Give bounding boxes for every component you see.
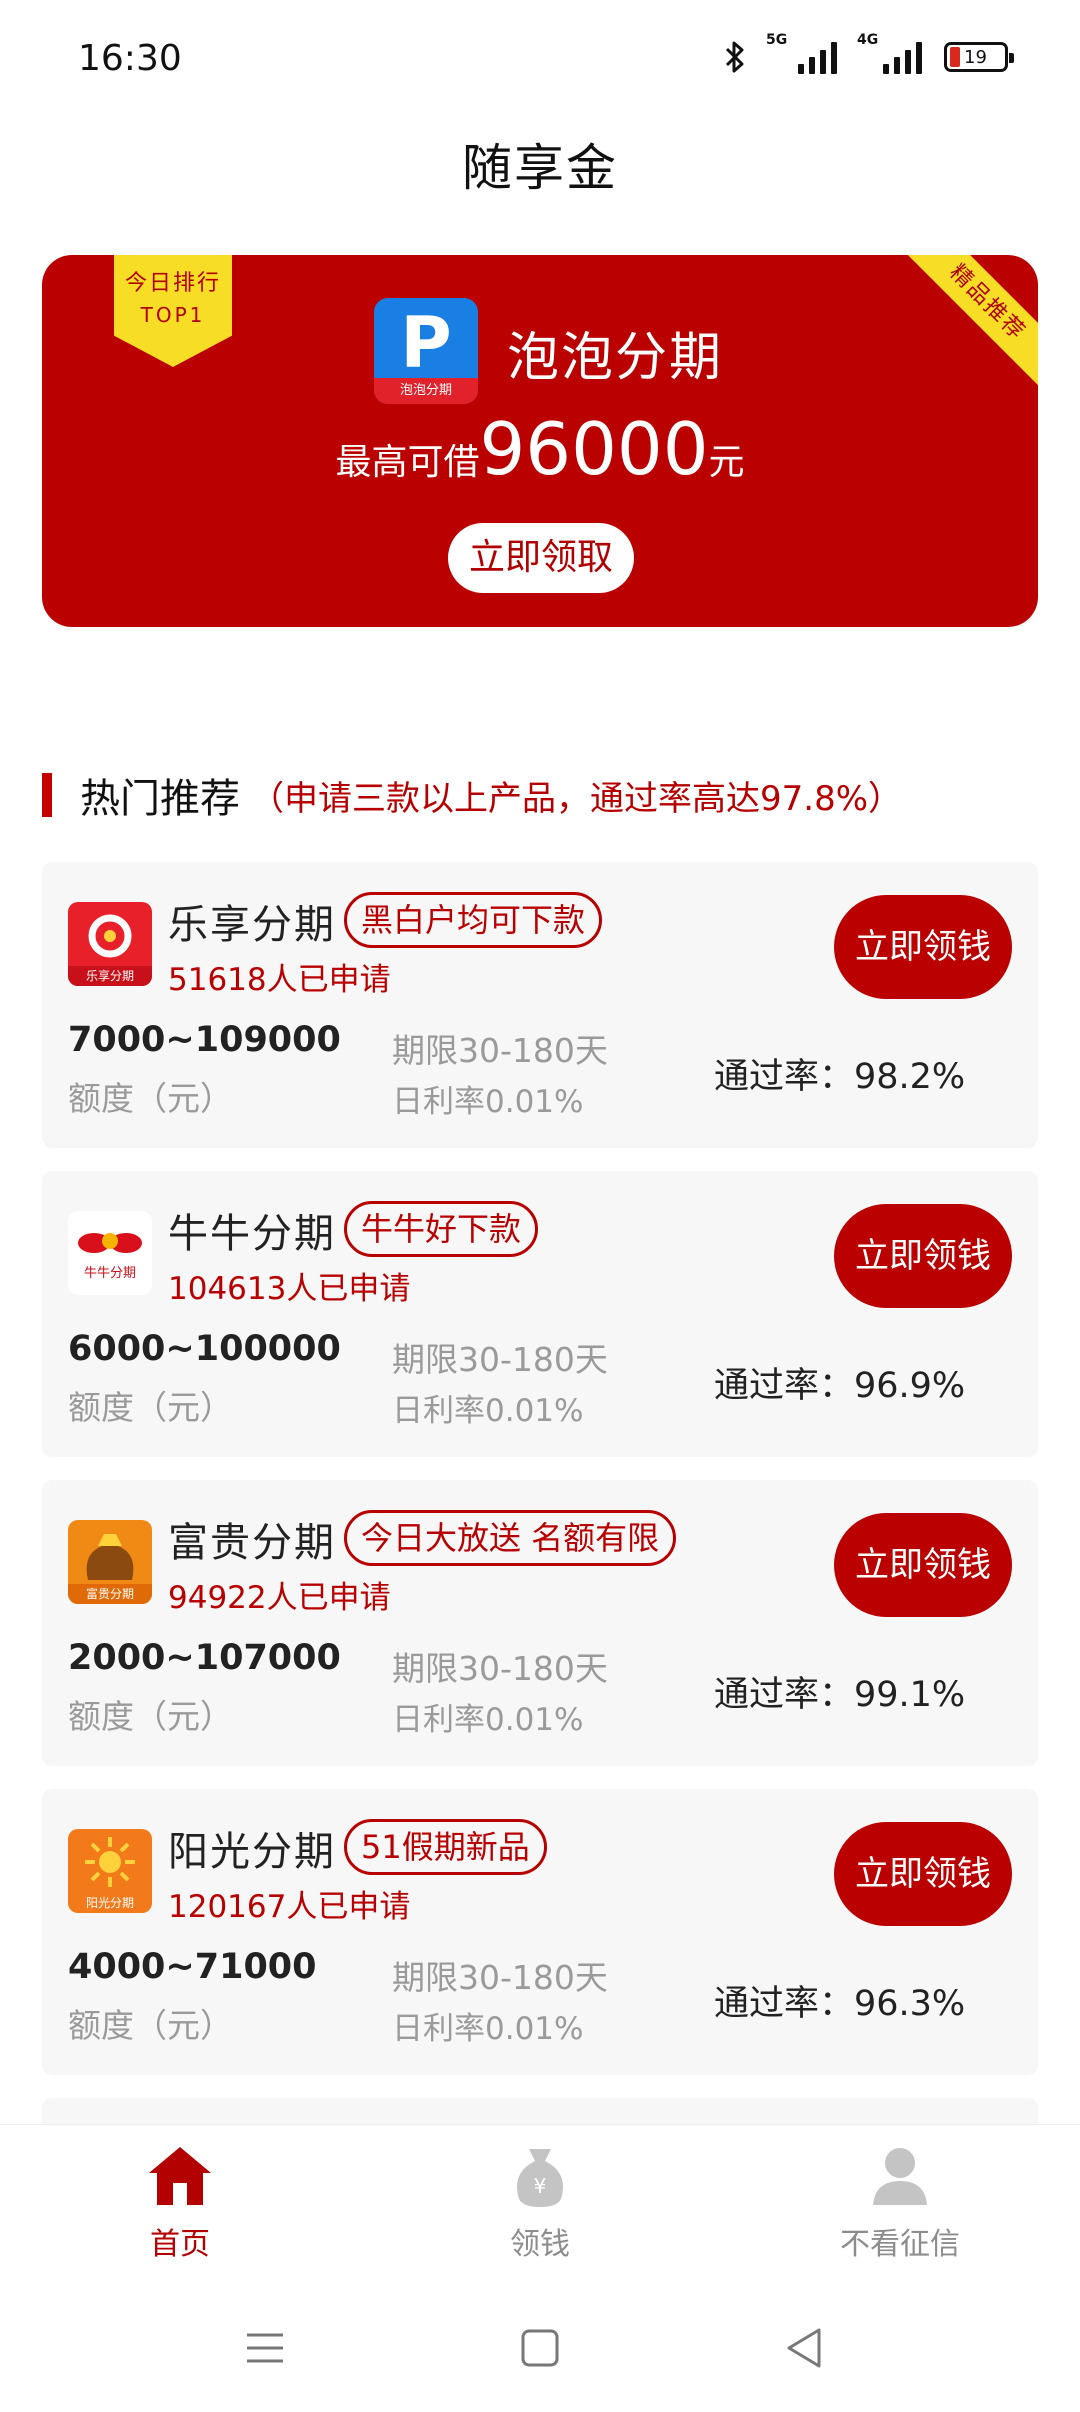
svg-text:¥: ¥ [534,2174,547,2198]
recommend-ribbon: 精品推荐 [890,255,1038,400]
product-name: 富贵分期 [168,1520,336,1566]
treasure-bag-logo-icon: 富贵分期 [68,1520,152,1604]
featured-max-amount: 最高可借96000元 [42,407,1038,491]
product-name: 阳光分期 [168,1829,336,1875]
loan-term: 期限30-180天 [392,1649,608,1688]
claim-now-button[interactable]: 立即领取 [448,523,634,593]
daily-rate: 日利率0.01% [392,1702,584,1738]
loan-term: 期限30-180天 [392,1958,608,1997]
product-name: 牛牛分期 [168,1211,336,1257]
loan-term: 期限30-180天 [392,1340,608,1379]
product-card[interactable]: 牛牛分期 牛牛分期 牛牛好下款 104613人已申请 立即领钱 6000~100… [42,1171,1038,1457]
pass-rate: 通过率：96.3% [714,1984,966,2024]
product-tag: 今日大放送 名额有限 [344,1510,677,1566]
loan-range: 6000~100000 [68,1329,341,1369]
product-tag: 牛牛好下款 [344,1201,539,1257]
lexiang-logo-icon: 乐享分期 [68,902,152,986]
sun-logo-icon: 阳光分期 [68,1829,152,1913]
get-money-button[interactable]: 立即领钱 [834,1822,1012,1926]
logo-caption: 乐享分期 [86,968,134,983]
user-icon [873,2148,927,2205]
product-name: 乐享分期 [168,902,336,948]
get-money-button[interactable]: 立即领钱 [834,1513,1012,1617]
rank-badge-line2: TOP1 [140,303,206,327]
loan-range-label: 额度（元） [68,1079,233,1118]
loan-range-label: 额度（元） [68,1697,233,1736]
loan-range: 2000~107000 [68,1638,341,1678]
product-list[interactable]: 乐享分期 乐享分期 黑白户均可下款 51618人已申请 立即领钱 7000~10… [42,862,1038,2124]
loan-range-label: 额度（元） [68,2006,233,2045]
money-bag-icon: ¥ [517,2149,563,2207]
loan-term: 期限30-180天 [392,1031,608,1070]
nav-get-money-label: 领钱 [510,2227,570,2262]
product-card[interactable]: 阳光分期 阳光分期 51假期新品 120167人已申请 立即领钱 4000~71… [42,1789,1038,2075]
applied-count: 94922人已申请 [168,1580,391,1616]
system-nav-bar [0,2278,1080,2412]
bull-logo-icon: 牛牛分期 [68,1211,152,1295]
section-header: 热门推荐 （申请三款以上产品，通过率高达97.8%） [42,770,903,822]
daily-rate: 日利率0.01% [392,1084,584,1120]
logo-caption: 阳光分期 [86,1896,134,1910]
product-card[interactable] [42,2098,1038,2124]
section-accent-bar [42,773,52,817]
battery-icon: 19 [944,42,1014,72]
logo-caption: 泡泡分期 [374,378,478,404]
rank-badge-line1: 今日排行 [124,271,221,296]
amount-value: 96000 [479,407,709,491]
logo-caption: 牛牛分期 [84,1266,136,1281]
featured-product-card[interactable]: 今日排行 TOP1 精品推荐 P 泡泡分期 泡泡分期 最高可借96000元 立即… [42,255,1038,627]
nav-home-label: 首页 [150,2227,210,2262]
get-money-button[interactable]: 立即领钱 [834,1204,1012,1308]
rank-badge: 今日排行 TOP1 [114,255,232,367]
status-bar: 16:30 5G 4G 19 [0,0,1080,120]
paopao-logo-icon: P 泡泡分期 [374,298,478,404]
signal-5g-icon: 5G [766,32,837,74]
amount-prefix: 最高可借 [335,442,480,483]
loan-range: 7000~109000 [68,1020,341,1060]
nav-get-money[interactable]: ¥ 领钱 [440,2143,640,2263]
applied-count: 104613人已申请 [168,1271,411,1307]
loan-range: 4000~71000 [68,1947,317,1987]
bluetooth-icon [725,41,744,73]
status-time: 16:30 [78,38,182,79]
logo-letter: P [400,302,452,384]
home-square-icon[interactable] [510,2318,570,2378]
loan-range-label: 额度（元） [68,1388,233,1427]
nav-home[interactable]: 首页 [80,2143,280,2263]
signal-4g-icon: 4G [857,32,922,74]
applied-count: 51618人已申请 [168,962,391,998]
daily-rate: 日利率0.01% [392,2011,584,2047]
page-title: 随享金 [462,139,618,197]
nav-no-credit-check-label: 不看征信 [840,2227,960,2262]
product-card[interactable]: 富贵分期 富贵分期 今日大放送 名额有限 94922人已申请 立即领钱 2000… [42,1480,1038,1766]
applied-count: 120167人已申请 [168,1889,411,1925]
nav-no-credit-check[interactable]: 不看征信 [800,2143,1000,2263]
section-subtitle: （申请三款以上产品，通过率高达97.8%） [250,778,903,819]
daily-rate: 日利率0.01% [392,1393,584,1429]
logo-caption: 富贵分期 [86,1586,134,1601]
status-icons: 5G 4G 19 [724,32,1014,74]
back-icon[interactable] [775,2318,835,2378]
battery-level: 19 [964,46,987,68]
menu-icon[interactable] [235,2318,295,2378]
signal-4g-label: 4G [857,32,879,48]
get-money-button[interactable]: 立即领钱 [834,895,1012,999]
amount-unit: 元 [708,442,745,483]
product-tag: 51假期新品 [344,1819,547,1875]
product-card[interactable]: 乐享分期 乐享分期 黑白户均可下款 51618人已申请 立即领钱 7000~10… [42,862,1038,1148]
app-screen: 16:30 5G 4G 19 随享金 今日排行 TOP1 精品推荐 P 泡泡分期… [0,0,1080,2412]
product-tag: 黑白户均可下款 [344,892,603,948]
pass-rate: 通过率：96.9% [714,1366,966,1406]
bottom-nav: 首页 ¥ 领钱 不看征信 [0,2124,1080,2278]
pass-rate: 通过率：99.1% [714,1675,966,1715]
signal-5g-label: 5G [766,32,788,48]
home-icon [149,2147,211,2205]
section-title: 热门推荐 [80,776,240,822]
featured-product-name: 泡泡分期 [507,328,724,388]
pass-rate: 通过率：98.2% [714,1057,966,1097]
